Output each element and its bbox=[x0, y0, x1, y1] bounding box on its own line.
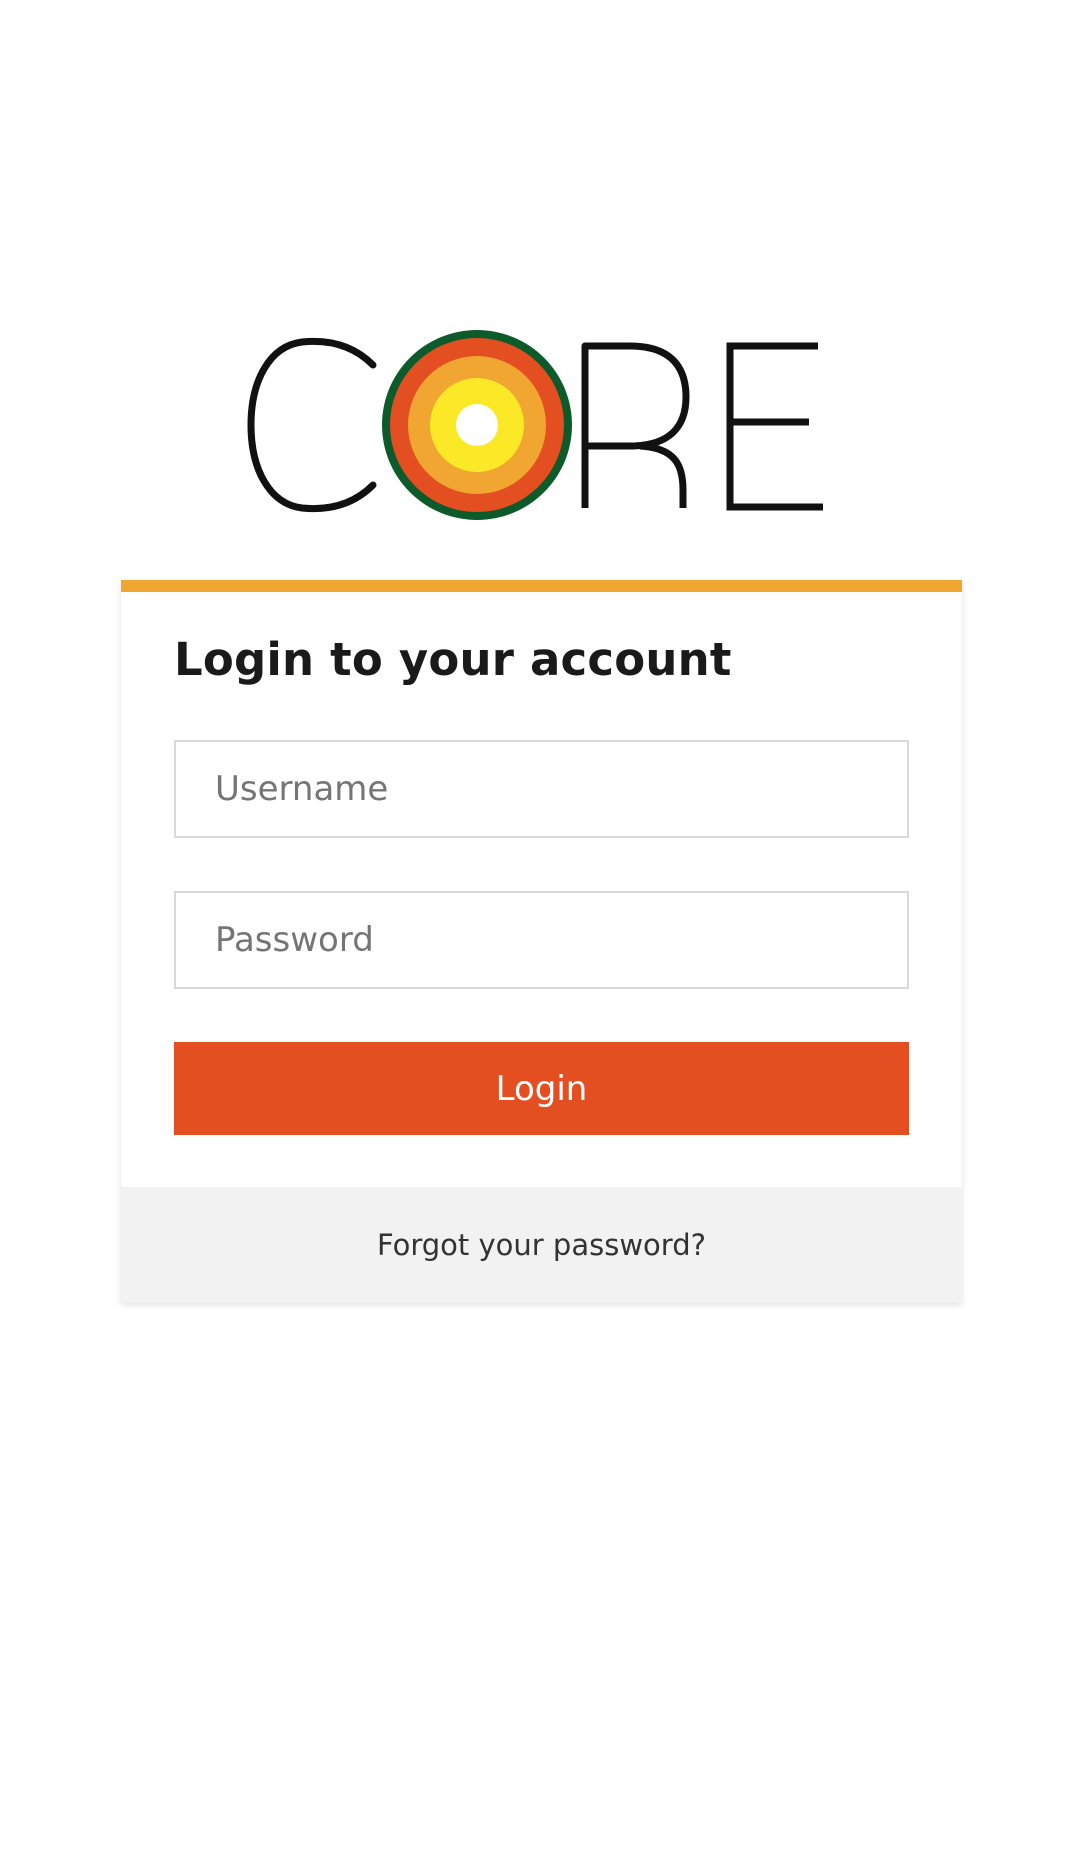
username-input[interactable] bbox=[174, 740, 909, 838]
core-logo bbox=[0, 320, 1080, 530]
core-logo-graphic bbox=[247, 330, 823, 520]
logo-ring-o-icon bbox=[382, 330, 572, 520]
login-form: Login to your account Login bbox=[121, 592, 962, 1187]
login-button[interactable]: Login bbox=[174, 1042, 909, 1135]
logo-letter-c bbox=[247, 337, 377, 513]
logo-letter-e bbox=[726, 342, 823, 511]
login-card: Login to your account Login Forgot your … bbox=[121, 580, 962, 1303]
card-footer: Forgot your password? bbox=[121, 1187, 962, 1303]
password-input[interactable] bbox=[174, 891, 909, 989]
login-button-label: Login bbox=[495, 1068, 588, 1109]
login-title: Login to your account bbox=[174, 633, 732, 686]
card-accent-bar bbox=[121, 580, 962, 592]
logo-letter-r bbox=[581, 342, 690, 508]
forgot-password-link[interactable]: Forgot your password? bbox=[377, 1228, 706, 1262]
